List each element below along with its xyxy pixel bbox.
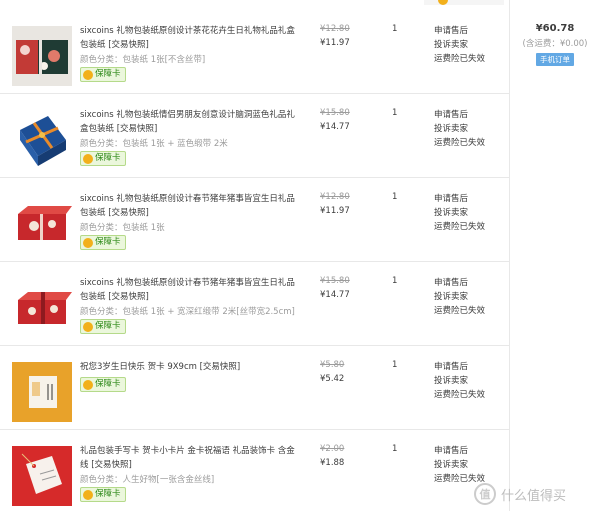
order-total: ¥60.78 [535,23,575,34]
current-price: ¥5.42 [320,374,345,384]
watermark-logo-icon: 值 [474,483,496,505]
product-title-link[interactable]: sixcoins 礼物包装纸原创设计春节猪年猪事皆宜生日礼品包装纸 [交易快照] [80,276,295,304]
apply-after-sales-link[interactable]: 申请售后 [434,360,494,374]
current-price: ¥11.97 [320,38,350,48]
order-item: 祝您3岁生日快乐 贺卡 9X9cm [交易快照] 保障卡 ¥5.80 ¥5.42… [0,346,509,430]
guarantee-card-badge[interactable]: 保障卡 [80,319,126,334]
complain-seller-link[interactable]: 投诉卖家 [434,206,494,220]
apply-after-sales-link[interactable]: 申请售后 [434,444,494,458]
mobile-order-tag[interactable]: 手机订单 [536,53,574,66]
guarantee-label: 保障卡 [95,489,121,499]
original-price: ¥5.80 [320,360,345,370]
shipping-fee: (含运费：¥0.00) [522,39,588,49]
order-item: sixcoins 礼物包装纸原创设计春节猪年猪事皆宜生日礼品包装纸 [交易快照]… [0,262,509,346]
guarantee-icon [83,153,93,164]
guarantee-label: 保障卡 [95,321,121,331]
shipping-insurance-status: 运费险已失效 [434,306,486,316]
red-pig-gift-box-ribbon-thumbnail[interactable] [12,278,72,338]
order-actions: 申请售后 投诉卖家 运费险已失效 [434,24,494,66]
product-title-link[interactable]: sixcoins 礼物包装纸原创设计春节猪年猪事皆宜生日礼品包装纸 [交易快照] [80,192,295,220]
product-title-link[interactable]: sixcoins 礼物包装纸原创设计茶花花卉生日礼物礼品礼盒包装纸 [交易快照] [80,24,295,52]
shipping-insurance-status: 运费险已失效 [434,222,486,232]
apply-after-sales-link[interactable]: 申请售后 [434,24,494,38]
original-price: ¥12.80 [320,192,350,202]
watermark-text: 什么值得买 [501,488,567,504]
current-price: ¥1.88 [320,458,345,468]
guarantee-label: 保障卡 [95,69,121,79]
sku-spec: 颜色分类：包装纸 1张 [80,223,165,233]
column-divider [509,0,510,511]
current-price: ¥11.97 [320,206,350,216]
guarantee-label: 保障卡 [95,237,121,247]
product-title-link[interactable]: 礼品包装手写卡 贺卡小卡片 金卡祝福语 礼品装饰卡 含金线 [交易快照] [80,444,295,472]
original-price: ¥12.80 [320,24,350,34]
quantity: 1 [392,24,398,34]
sku-spec: 颜色分类：包装纸 1张[不含丝带] [80,55,206,65]
floral-gift-wrap-thumbnail[interactable] [12,26,72,86]
complain-seller-link[interactable]: 投诉卖家 [434,374,494,388]
order-actions: 申请售后 投诉卖家 运费险已失效 [434,276,494,318]
blue-gift-box-thumbnail[interactable] [12,110,72,170]
guarantee-card-badge[interactable]: 保障卡 [80,487,126,502]
guarantee-label: 保障卡 [95,153,121,163]
quantity: 1 [392,444,398,454]
product-title-link[interactable]: sixcoins 礼物包装纸情侣男朋友创意设计脑洞蓝色礼品礼盒包装纸 [交易快照… [80,108,295,136]
order-actions: 申请售后 投诉卖家 运费险已失效 [434,444,494,486]
guarantee-card-badge[interactable]: 保障卡 [80,67,126,82]
complain-seller-link[interactable]: 投诉卖家 [434,122,494,136]
guarantee-icon [83,321,93,332]
guarantee-card-badge[interactable]: 保障卡 [80,377,126,392]
complain-seller-link[interactable]: 投诉卖家 [434,290,494,304]
sku-spec: 颜色分类：包装纸 1张 + 蓝色缎带 2米 [80,139,228,149]
order-actions: 申请售后 投诉卖家 运费险已失效 [434,108,494,150]
watermark: 值 什么值得买 [474,481,566,507]
guarantee-card-badge[interactable]: 保障卡 [80,235,126,250]
order-item: sixcoins 礼物包装纸情侣男朋友创意设计脑洞蓝色礼品礼盒包装纸 [交易快照… [0,94,509,178]
guarantee-card-badge[interactable]: 保障卡 [80,151,126,166]
original-price: ¥15.80 [320,276,350,286]
sku-spec: 颜色分类：人生好物[一张含金丝线] [80,475,215,485]
order-items-list: sixcoins 礼物包装纸原创设计茶花花卉生日礼物礼品礼盒包装纸 [交易快照]… [0,0,509,511]
sku-spec: 颜色分类：包装纸 1张 + 宽深红缎带 2米[丝带宽2.5cm] [80,307,295,317]
gift-tag-card-thumbnail[interactable] [12,446,72,506]
current-price: ¥14.77 [320,290,350,300]
quantity: 1 [392,192,398,202]
order-summary: ¥60.78 (含运费：¥0.00) 手机订单 [510,0,600,66]
birthday-card-thumbnail[interactable] [12,362,72,422]
apply-after-sales-link[interactable]: 申请售后 [434,108,494,122]
guarantee-icon [83,489,93,500]
shipping-insurance-status: 运费险已失效 [434,390,486,400]
apply-after-sales-link[interactable]: 申请售后 [434,276,494,290]
original-price: ¥2.00 [320,444,345,454]
original-price: ¥15.80 [320,108,350,118]
quantity: 1 [392,360,398,370]
complain-seller-link[interactable]: 投诉卖家 [434,458,494,472]
order-actions: 申请售后 投诉卖家 运费险已失效 [434,360,494,402]
apply-after-sales-link[interactable]: 申请售后 [434,192,494,206]
current-price: ¥14.77 [320,122,350,132]
guarantee-icon [83,69,93,80]
red-pig-gift-box-thumbnail[interactable] [12,194,72,254]
guarantee-label: 保障卡 [95,379,121,389]
order-item: sixcoins 礼物包装纸原创设计春节猪年猪事皆宜生日礼品包装纸 [交易快照]… [0,178,509,262]
order-actions: 申请售后 投诉卖家 运费险已失效 [434,192,494,234]
guarantee-icon [83,237,93,248]
shipping-insurance-status: 运费险已失效 [434,138,486,148]
complain-seller-link[interactable]: 投诉卖家 [434,38,494,52]
shipping-insurance-status: 运费险已失效 [434,54,486,64]
order-item: 礼品包装手写卡 贺卡小卡片 金卡祝福语 礼品装饰卡 含金线 [交易快照] 颜色分… [0,430,509,511]
guarantee-icon [83,379,93,390]
quantity: 1 [392,276,398,286]
product-title-link[interactable]: 祝您3岁生日快乐 贺卡 9X9cm [交易快照] [80,360,295,374]
order-item: sixcoins 礼物包装纸原创设计茶花花卉生日礼物礼品礼盒包装纸 [交易快照]… [0,10,509,94]
quantity: 1 [392,108,398,118]
